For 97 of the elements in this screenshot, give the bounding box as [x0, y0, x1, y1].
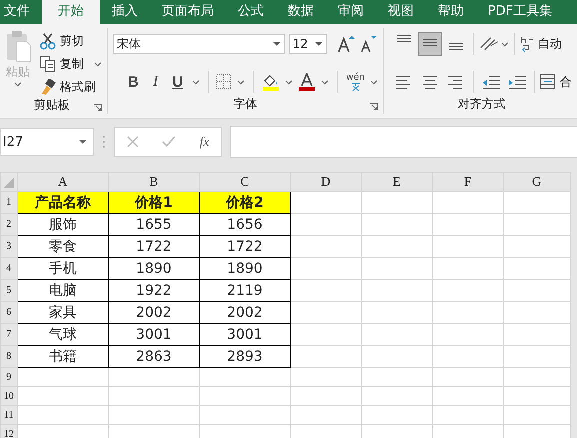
table-cell: 1655 [108, 214, 200, 236]
underline-button[interactable]: U [169, 74, 187, 90]
table-cell: 1890 [200, 258, 290, 280]
italic-button[interactable]: I [147, 74, 164, 90]
table-cell: 零食 [18, 236, 108, 258]
table-cell: 3001 [108, 324, 200, 346]
merge-icon[interactable] [540, 74, 556, 90]
column-header[interactable]: F [432, 172, 504, 192]
row-header[interactable]: 5 [0, 280, 18, 302]
dropdown-icon[interactable] [315, 41, 323, 47]
table-cell: 价格1 [108, 192, 200, 214]
row-header[interactable]: 8 [0, 346, 18, 368]
group-label: 字体 [234, 96, 258, 112]
dropdown-icon[interactable] [79, 139, 87, 145]
row-header[interactable]: 10 [0, 386, 18, 406]
row-header[interactable]: 7 [0, 324, 18, 346]
table-cell: 服饰 [18, 214, 108, 236]
menu-tab[interactable]: 文件 [0, 0, 42, 24]
wrap-text-button[interactable]: 自动 [520, 35, 562, 53]
borders-icon[interactable] [216, 74, 232, 90]
table-cell: 3001 [200, 324, 290, 346]
column-header[interactable]: C [200, 172, 290, 192]
orientation-icon[interactable] [479, 36, 499, 52]
table-cell: 2002 [200, 302, 290, 324]
table-cell: 2893 [200, 346, 290, 368]
font-color-icon[interactable] [298, 73, 316, 91]
table-cell: 手机 [18, 258, 108, 280]
caret-icon[interactable] [285, 79, 294, 85]
table-cell: 2002 [108, 302, 200, 324]
name-box[interactable]: I27 [0, 128, 94, 156]
copy-icon[interactable] [40, 56, 56, 72]
font-name-field[interactable]: 宋体 [113, 34, 285, 54]
row-header[interactable]: 9 [0, 368, 18, 386]
menu-tab[interactable]: 开始 [42, 0, 100, 24]
table-cell: 书籍 [18, 346, 108, 368]
dialog-launcher-icon[interactable] [370, 103, 378, 111]
table-cell: 1722 [108, 236, 200, 258]
insert-function-button[interactable]: fx [200, 134, 210, 150]
group-label: 对齐方式 [458, 96, 506, 112]
row-header[interactable]: 12 [0, 424, 18, 438]
row-header[interactable]: 2 [0, 214, 18, 236]
scissors-icon[interactable] [40, 32, 56, 50]
row-header[interactable]: 1 [0, 192, 18, 214]
row-header[interactable]: 11 [0, 406, 18, 424]
table-cell: 1890 [108, 258, 200, 280]
shrink-font-icon[interactable] [359, 35, 377, 53]
ribbon-button[interactable]: 格式刷 [40, 77, 102, 97]
caret-icon[interactable] [192, 79, 200, 85]
check-icon[interactable] [162, 136, 176, 148]
caret-icon[interactable] [370, 79, 378, 85]
column-header[interactable]: B [108, 172, 200, 192]
bold-button[interactable]: B [125, 74, 142, 90]
grow-font-icon[interactable] [337, 35, 355, 53]
ribbon-button[interactable]: 剪切 [40, 31, 102, 51]
table-cell: 电脑 [18, 280, 108, 302]
row-header[interactable]: 4 [0, 258, 18, 280]
table-cell: 1656 [200, 214, 290, 236]
menu-tab[interactable]: 帮助 [426, 0, 476, 24]
group-label: 剪贴板 [34, 97, 70, 114]
menu-tab[interactable]: 页面布局 [150, 0, 226, 24]
table-cell: 1922 [108, 280, 200, 302]
merge-button[interactable]: 合 [540, 74, 572, 90]
menu-tab[interactable]: 审阅 [326, 0, 376, 24]
column-header[interactable]: E [362, 172, 432, 192]
middle-align-icon[interactable] [418, 32, 442, 56]
brush-icon[interactable] [40, 78, 56, 96]
menu-tab[interactable]: 数据 [276, 0, 326, 24]
caret-icon[interactable] [501, 41, 509, 47]
table-cell: 气球 [18, 324, 108, 346]
table-cell: 价格2 [200, 192, 290, 214]
formula-input[interactable] [230, 126, 577, 158]
caret-icon[interactable] [237, 79, 246, 85]
menu-tab[interactable]: 插入 [100, 0, 150, 24]
row-header[interactable]: 6 [0, 302, 18, 324]
fill-color-icon[interactable] [262, 73, 280, 91]
dialog-launcher-icon[interactable] [94, 104, 102, 112]
wrap-icon[interactable] [520, 35, 534, 53]
table-cell: 2119 [200, 280, 290, 302]
ribbon-button[interactable]: 复制 [40, 54, 102, 74]
phonetic-button[interactable]: wén [346, 74, 365, 90]
glyph-icon[interactable] [350, 82, 361, 90]
column-header[interactable]: D [290, 172, 362, 192]
menu-tab[interactable]: 公式 [226, 0, 276, 24]
table-cell: 2863 [108, 346, 200, 368]
caret-icon[interactable] [321, 79, 330, 85]
row-header[interactable]: 3 [0, 236, 18, 258]
font-size-field[interactable]: 12 [289, 34, 327, 54]
table-cell: 产品名称 [18, 192, 108, 214]
column-header[interactable]: A [18, 172, 108, 192]
column-header[interactable]: G [504, 172, 570, 192]
dropdown-icon[interactable] [273, 41, 281, 47]
menu-tab[interactable]: 视图 [376, 0, 426, 24]
caret-icon[interactable] [94, 61, 102, 67]
table-cell: 家具 [18, 302, 108, 324]
table-cell: 1722 [200, 236, 290, 258]
menu-tab[interactable]: PDF工具集 [476, 0, 564, 24]
grip-icon[interactable] [102, 135, 106, 149]
